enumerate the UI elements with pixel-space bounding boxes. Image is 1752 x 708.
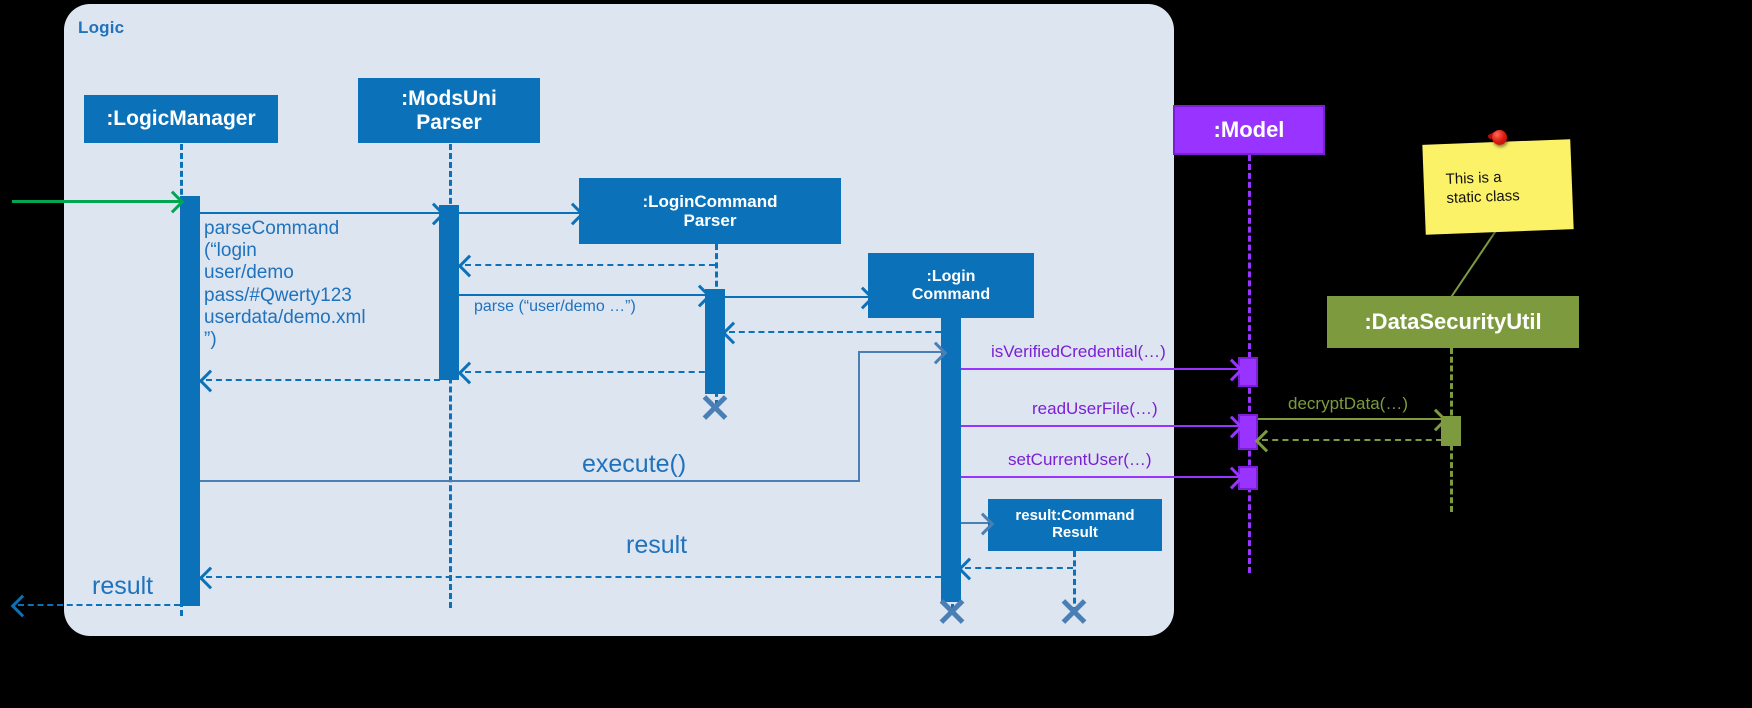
message-return-logincommandparser-line	[465, 264, 715, 266]
message-return-logincommand-line	[729, 331, 951, 333]
participant-commandresult[interactable]: result:Command Result	[988, 499, 1162, 551]
participant-logincommandparser[interactable]: :LoginCommand Parser	[579, 178, 841, 244]
participant-datasecurityutil-label: :DataSecurityUtil	[1364, 308, 1542, 334]
note-static-class-text: This is a static class	[1445, 168, 1521, 208]
message-return-parser-line	[465, 371, 715, 373]
participant-logicmanager[interactable]: :LogicManager	[84, 95, 278, 143]
pushpin-icon	[1492, 130, 1507, 145]
note-static-class: This is a static class	[1422, 139, 1574, 235]
participant-logincommand[interactable]: :Login Command	[868, 253, 1034, 318]
participant-datasecurityutil[interactable]: :DataSecurityUtil	[1327, 296, 1579, 348]
destruction-logincommandparser	[700, 392, 730, 422]
participant-commandresult-label: result:Command Result	[1015, 507, 1135, 541]
message-entry-line	[12, 200, 180, 203]
message-label-isverifiedcredential: isVerifiedCredential(…)	[991, 342, 1166, 361]
participant-logincommand-label: :Login Command	[911, 267, 991, 303]
activation-logincommandparser	[705, 289, 725, 394]
activation-logincommand	[941, 344, 961, 602]
message-result-line	[206, 576, 941, 578]
message-label-parsecommand: parseCommand (“login user/demo pass/#Qwe…	[204, 218, 366, 351]
destruction-logincommand	[937, 596, 967, 626]
activation-logicmanager	[180, 196, 200, 606]
frame-label-logic: Logic	[78, 18, 125, 37]
message-label-result-mid: result	[626, 531, 688, 559]
participant-modsuniparser[interactable]: :ModsUni Parser	[358, 78, 540, 143]
message-return-decryptdata-line	[1262, 439, 1442, 441]
participant-modsuniparser-label: :ModsUni Parser	[401, 86, 497, 134]
message-execute-vline	[858, 351, 860, 482]
participant-logicmanager-label: :LogicManager	[106, 107, 256, 131]
message-setcurrentuser-line	[961, 476, 1238, 478]
participant-logincommandparser-label: :LoginCommand Parser	[642, 191, 778, 230]
arrowhead-result-external	[10, 594, 34, 618]
participant-model-label: :Model	[1213, 116, 1285, 142]
destruction-commandresult	[1059, 596, 1089, 626]
sequence-diagram-canvas: Logic :LogicManager :ModsUni Parser :Log…	[0, 0, 1752, 708]
message-label-decryptdata: decryptData(…)	[1288, 394, 1408, 413]
message-label-setcurrentuser: setCurrentUser(…)	[1008, 450, 1152, 469]
message-decryptdata-line	[1258, 418, 1441, 420]
participant-model[interactable]: :Model	[1173, 105, 1325, 155]
message-label-readuserfile: readUserFile(…)	[1032, 399, 1158, 418]
message-parsecommand-line	[200, 212, 440, 214]
message-isverifiedcredential-line	[961, 368, 1238, 370]
message-parse-line	[459, 294, 705, 296]
message-label-execute: execute()	[582, 450, 687, 478]
message-label-parse: parse (“user/demo …”)	[474, 298, 636, 315]
message-return-commandresult-line	[965, 567, 1073, 569]
arrowhead-return-decryptdata	[1254, 429, 1278, 453]
message-label-result-left: result	[92, 572, 154, 600]
message-execute-hline	[200, 480, 860, 482]
message-create-logincommand-line	[725, 296, 868, 298]
message-readuserfile-line	[961, 425, 1238, 427]
activation-modsuniparser	[439, 205, 459, 380]
message-result-external-line	[18, 604, 180, 606]
message-return-modsuniparser-line	[206, 379, 440, 381]
activation-model-read	[1238, 414, 1258, 450]
